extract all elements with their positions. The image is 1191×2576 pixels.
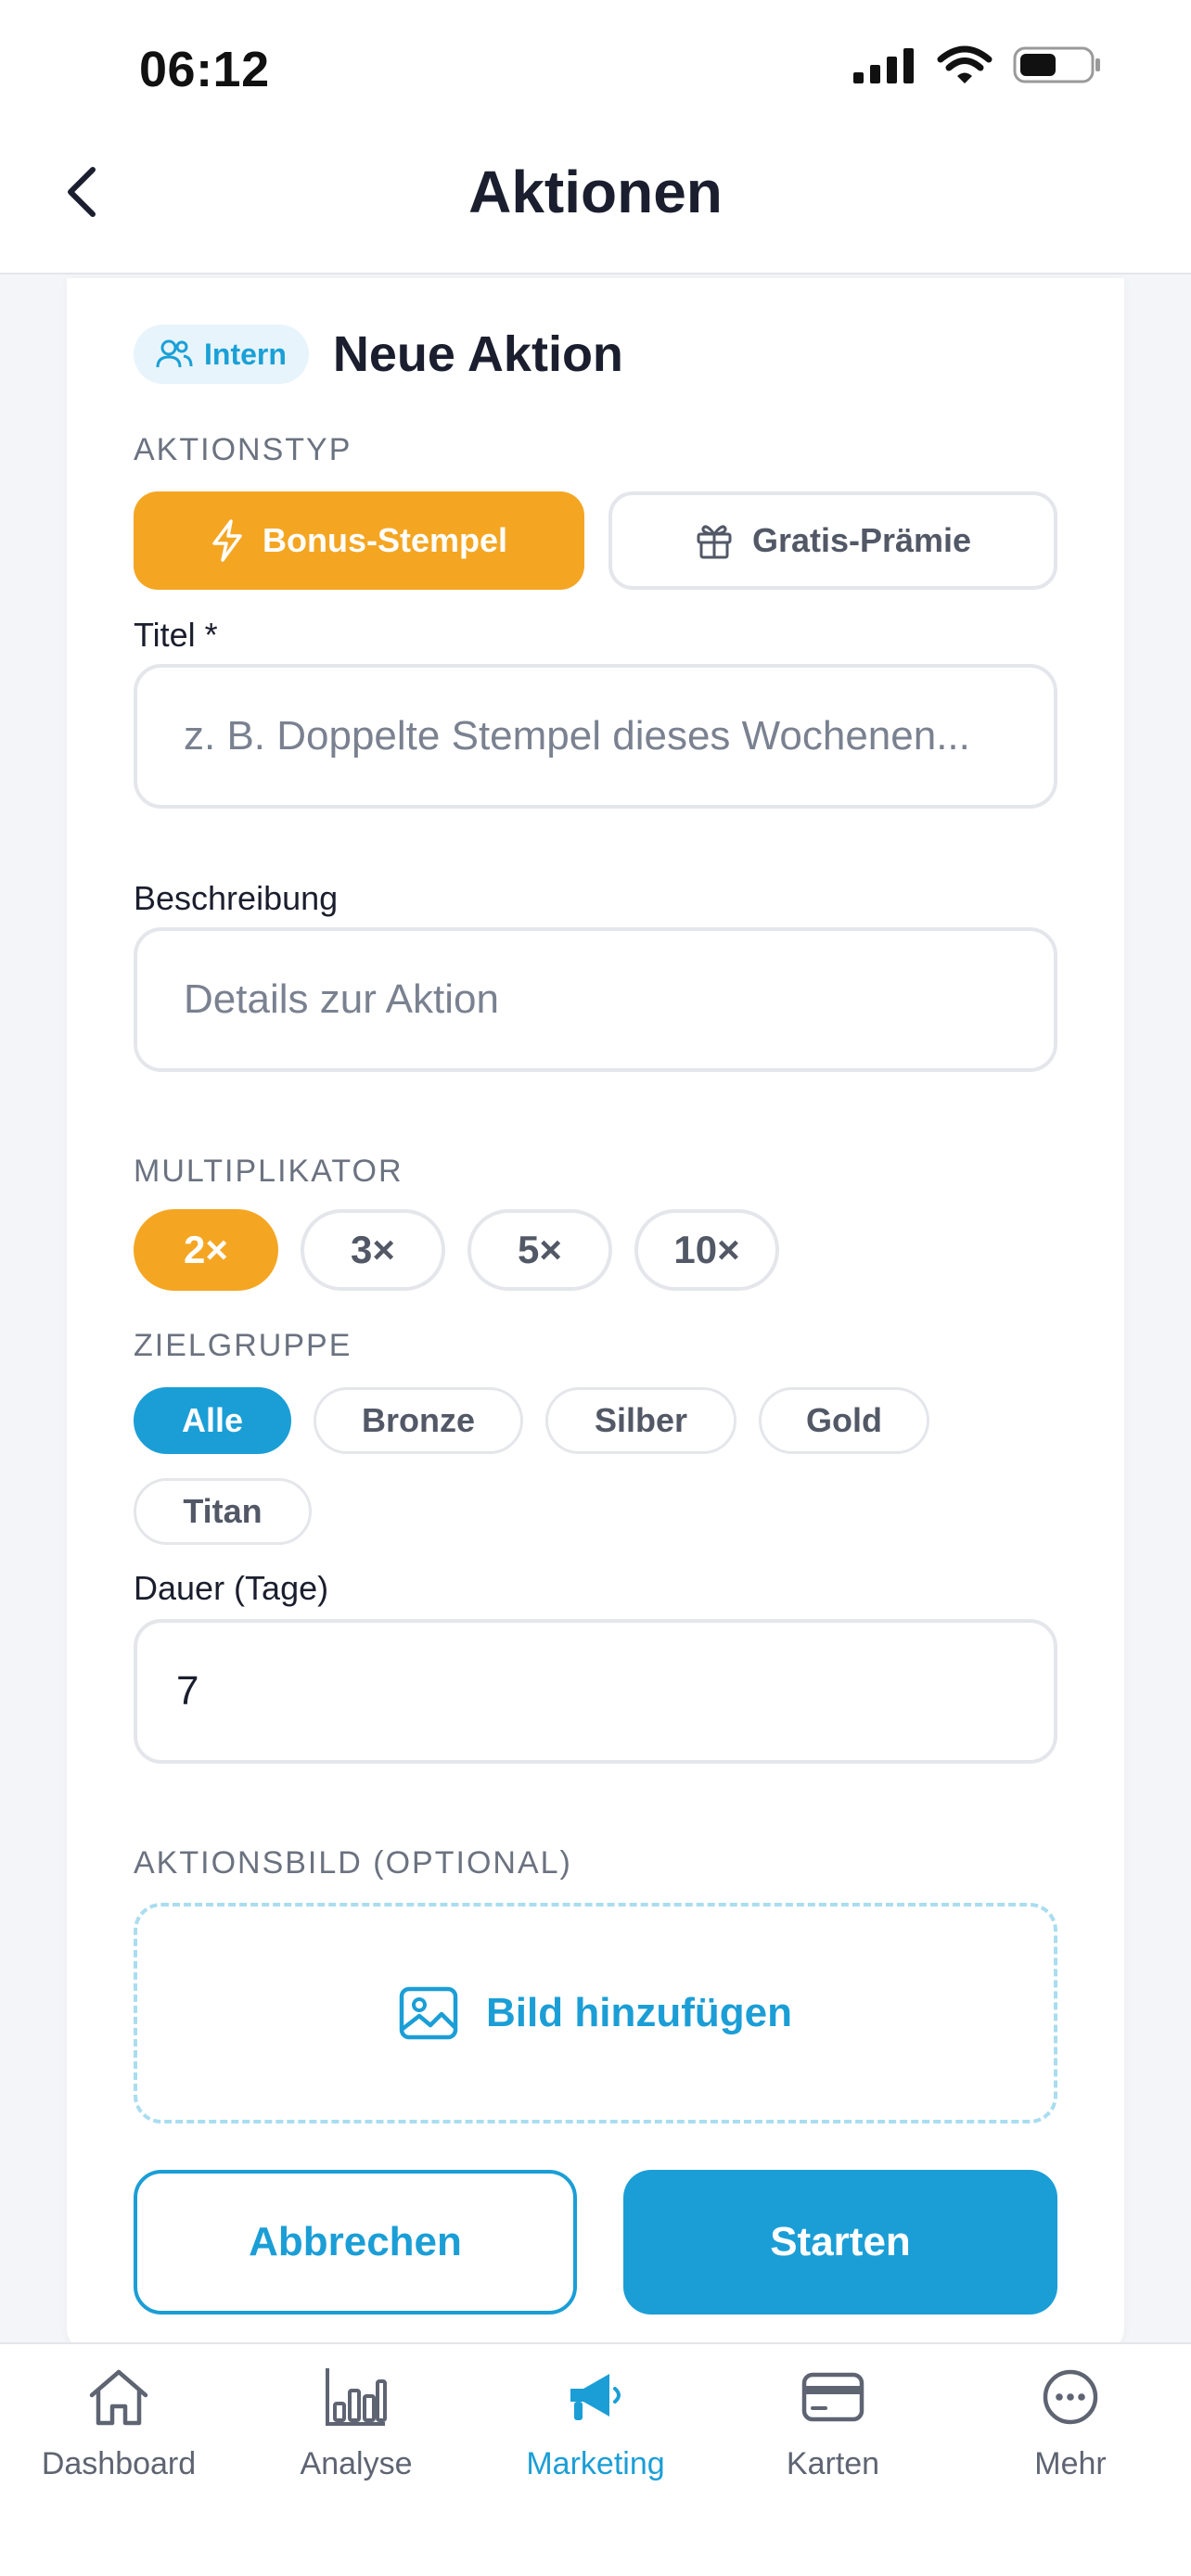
description-input-placeholder: Details zur Aktion — [184, 976, 499, 1022]
target-chip-all[interactable]: Alle — [134, 1387, 291, 1454]
cancel-button[interactable]: Abbrechen — [134, 2170, 577, 2315]
start-button[interactable]: Starten — [623, 2170, 1057, 2315]
type-bonus-stamp-label: Bonus-Stempel — [262, 521, 508, 559]
duration-input[interactable]: 7 — [134, 1619, 1057, 1764]
status-time: 06:12 — [139, 42, 270, 97]
duration-input-value: 7 — [176, 1668, 199, 1714]
type-free-reward-label: Gratis-Prämie — [751, 521, 972, 559]
wifi-icon — [937, 45, 992, 83]
tab-marketing-label: Marketing — [526, 2446, 665, 2481]
title-field-label: Titel * — [134, 616, 218, 654]
image-icon — [399, 1986, 458, 2040]
signal-icon — [853, 48, 914, 83]
target-chip-gold[interactable]: Gold — [759, 1387, 929, 1454]
target-chip-titan[interactable]: Titan — [134, 1478, 312, 1545]
intern-badge: Intern — [134, 325, 309, 384]
multiplier-chip-3x[interactable]: 3× — [301, 1209, 445, 1291]
card-icon — [801, 2372, 864, 2422]
lightning-icon — [212, 519, 242, 562]
tab-marketing[interactable]: Marketing — [493, 2363, 698, 2482]
tab-mehr-label: Mehr — [1034, 2446, 1107, 2481]
title-input[interactable]: z. B. Doppelte Stempel dieses Wochenen..… — [134, 664, 1057, 809]
tab-dashboard-label: Dashboard — [41, 2446, 197, 2481]
multiplier-chip-2x[interactable]: 2× — [134, 1209, 278, 1291]
status-icons — [853, 45, 1102, 85]
more-icon — [1043, 2369, 1098, 2425]
tab-dashboard[interactable]: Dashboard — [17, 2363, 221, 2482]
target-chip-bronze[interactable]: Bronze — [314, 1387, 523, 1454]
bar-chart-icon — [326, 2368, 387, 2426]
add-image-label: Bild hinzufügen — [486, 1990, 792, 2035]
tab-analyse[interactable]: Analyse — [254, 2363, 458, 2482]
badge-label: Intern — [204, 337, 287, 371]
multiplier-chip-5x[interactable]: 5× — [467, 1209, 612, 1291]
target-chip-silver[interactable]: Silber — [545, 1387, 736, 1454]
type-section-label: AKTIONSTYP — [134, 432, 352, 467]
multiplier-chip-10x[interactable]: 10× — [634, 1209, 779, 1291]
target-chips-row-2: Titan — [134, 1478, 312, 1545]
type-bonus-stamp-button[interactable]: Bonus-Stempel — [134, 491, 584, 590]
multiplier-section-label: MULTIPLIKATOR — [134, 1154, 403, 1189]
image-section-label: AKTIONSBILD (OPTIONAL) — [134, 1845, 572, 1881]
tab-karten-label: Karten — [786, 2446, 880, 2481]
type-free-reward-button[interactable]: Gratis-Prämie — [608, 491, 1057, 590]
description-field-label: Beschreibung — [134, 879, 339, 917]
target-chips-row-1: Alle Bronze Silber Gold — [134, 1387, 929, 1454]
tab-bar: Dashboard Analyse Marketing Karten Mehr — [0, 2342, 1191, 2576]
title-input-placeholder: z. B. Doppelte Stempel dieses Wochenen..… — [184, 713, 970, 759]
card-header: Intern Neue Aktion — [134, 325, 623, 384]
tab-analyse-label: Analyse — [300, 2446, 413, 2481]
page-title: Aktionen — [468, 159, 723, 225]
target-section-label: ZIELGRUPPE — [134, 1328, 352, 1363]
tab-mehr[interactable]: Mehr — [968, 2363, 1172, 2482]
users-icon — [156, 339, 193, 368]
multiplier-chips: 2× 3× 5× 10× — [134, 1209, 779, 1291]
battery-icon — [1013, 46, 1100, 83]
house-icon — [89, 2369, 148, 2426]
screen: 06:12 Aktionen Intern Neue Aktion AKTION… — [0, 0, 1191, 2576]
megaphone-icon — [570, 2374, 621, 2420]
duration-field-label: Dauer (Tage) — [134, 1569, 329, 1607]
description-input[interactable]: Details zur Aktion — [134, 927, 1057, 1072]
top-bar: 06:12 Aktionen — [0, 0, 1191, 274]
add-image-button[interactable]: Bild hinzufügen — [134, 1903, 1057, 2123]
tab-karten[interactable]: Karten — [731, 2363, 935, 2482]
card-title: Neue Aktion — [332, 326, 623, 382]
gift-icon — [697, 525, 732, 559]
